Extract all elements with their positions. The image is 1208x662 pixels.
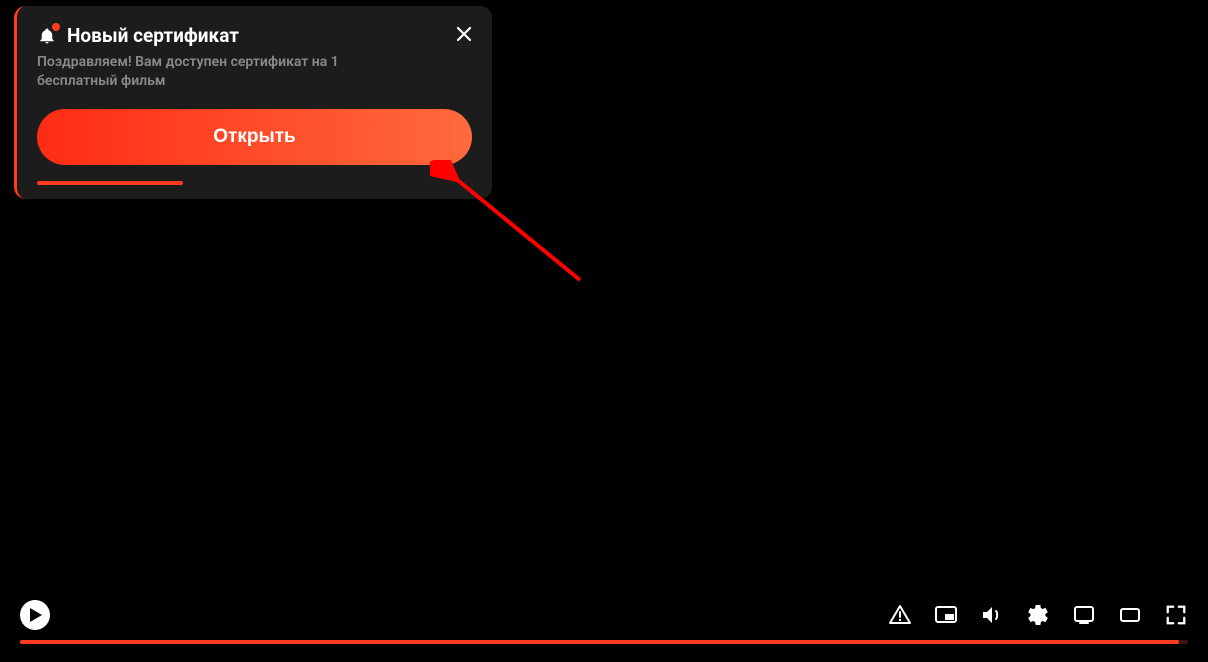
fullscreen-icon bbox=[1165, 604, 1187, 626]
theatre-mode-button[interactable] bbox=[1118, 603, 1142, 627]
controls-left bbox=[20, 600, 50, 630]
report-button[interactable] bbox=[888, 603, 912, 627]
notification-header: Новый сертификат bbox=[37, 24, 472, 47]
close-icon bbox=[456, 26, 472, 42]
notification-title: Новый сертификат bbox=[67, 24, 472, 47]
gear-icon bbox=[1026, 603, 1050, 627]
video-controls bbox=[0, 600, 1208, 644]
pip-icon bbox=[934, 603, 958, 627]
notification-body: Поздравляем! Вам доступен сертификат на … bbox=[37, 53, 397, 91]
volume-button[interactable] bbox=[980, 603, 1004, 627]
pip-button[interactable] bbox=[934, 603, 958, 627]
rectangle-icon bbox=[1118, 603, 1142, 627]
controls-right bbox=[888, 603, 1188, 627]
progress-fill bbox=[20, 640, 1179, 644]
fullscreen-button[interactable] bbox=[1164, 603, 1188, 627]
warning-triangle-icon bbox=[888, 603, 912, 627]
cast-button[interactable] bbox=[1072, 603, 1096, 627]
close-button[interactable] bbox=[452, 22, 476, 46]
notification-dot-icon bbox=[52, 23, 60, 31]
cast-icon bbox=[1072, 603, 1096, 627]
notification-progress bbox=[37, 181, 183, 185]
open-button[interactable]: Открыть bbox=[37, 109, 472, 165]
progress-bar[interactable] bbox=[20, 640, 1188, 644]
volume-icon bbox=[980, 603, 1004, 627]
notification-popup: Новый сертификат Поздравляем! Вам доступ… bbox=[14, 6, 492, 199]
play-button[interactable] bbox=[20, 600, 50, 630]
play-icon bbox=[30, 608, 42, 622]
bell-icon bbox=[37, 26, 57, 46]
settings-button[interactable] bbox=[1026, 603, 1050, 627]
controls-row bbox=[20, 600, 1188, 630]
